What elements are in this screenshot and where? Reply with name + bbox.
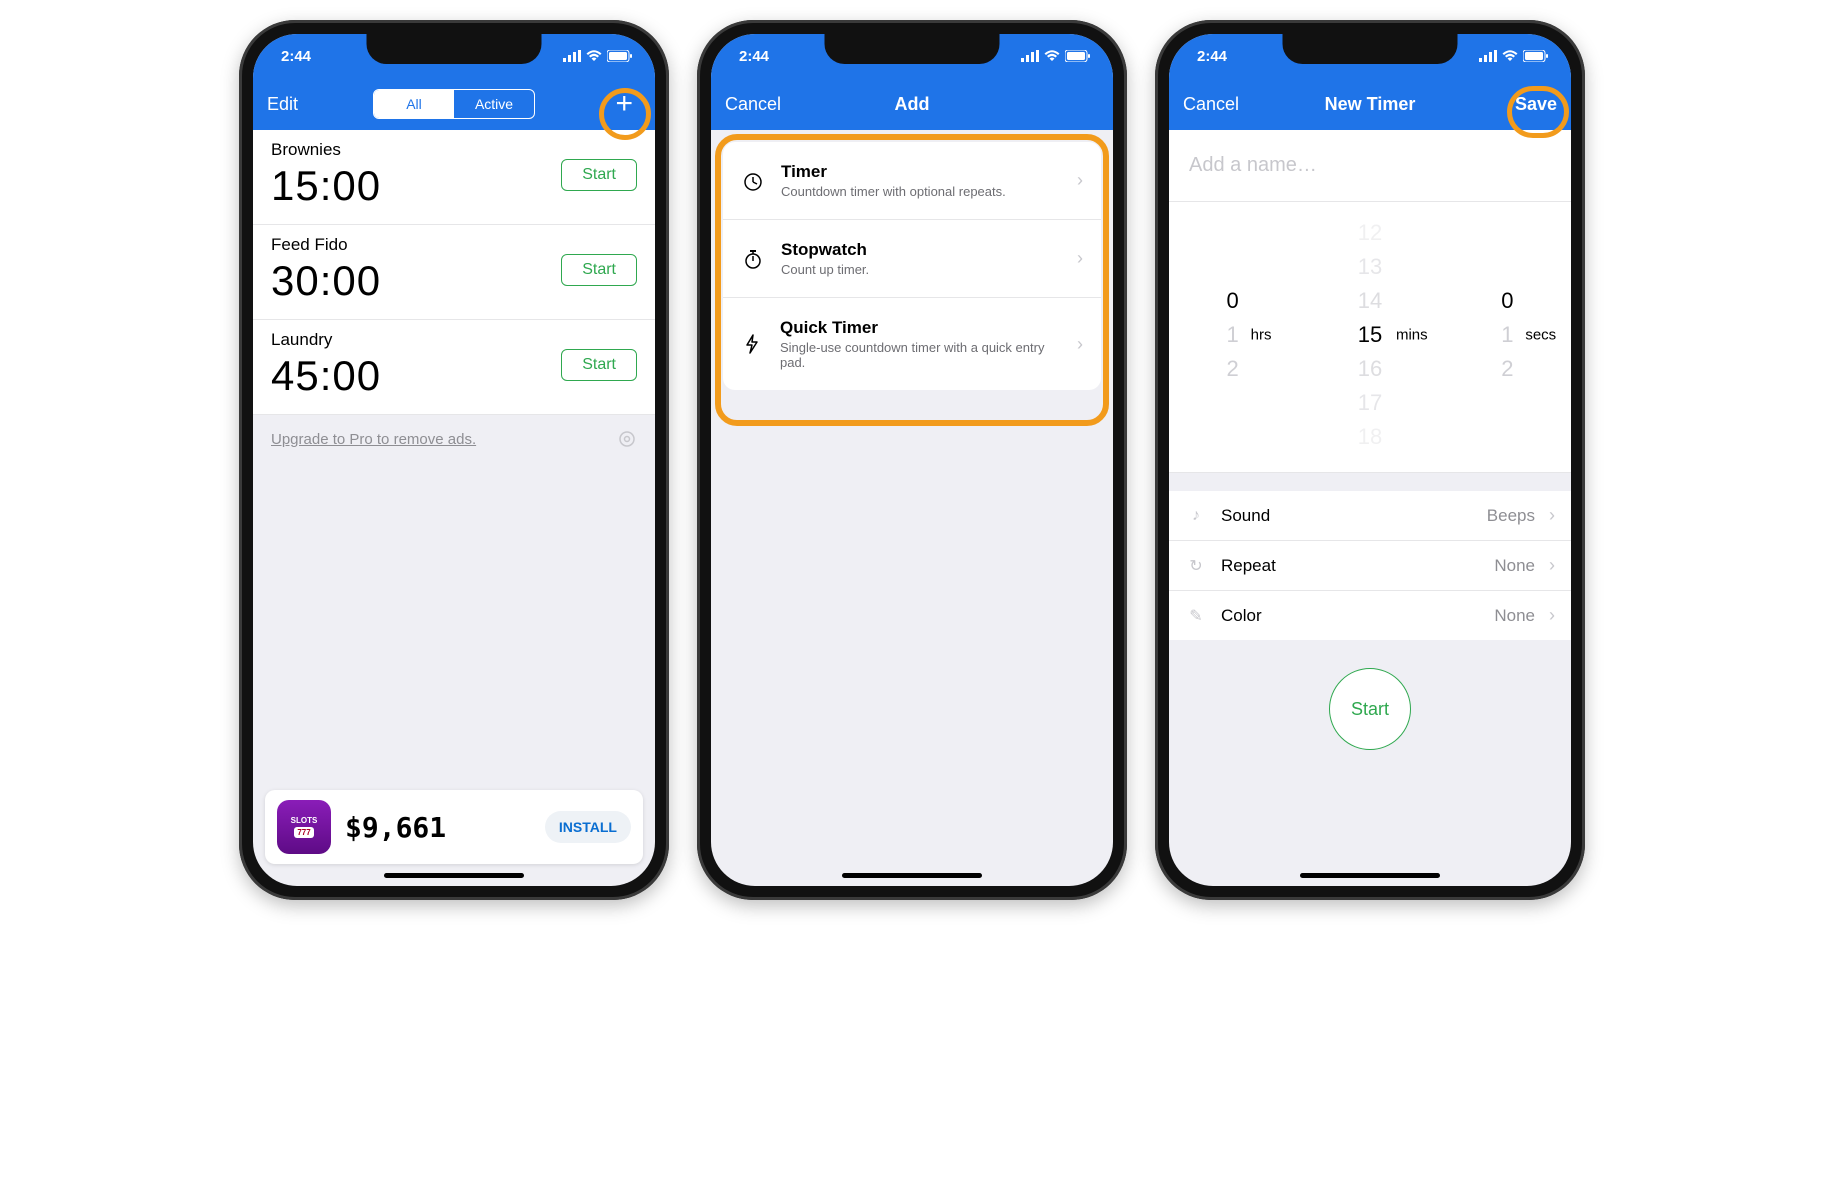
mins-label: mins	[1396, 327, 1428, 344]
ad-app-icon: SLOTS777	[277, 800, 331, 854]
signal-icon	[1479, 50, 1497, 62]
chevron-right-icon: ›	[1549, 505, 1555, 526]
seg-all[interactable]: All	[374, 90, 454, 118]
hours-column[interactable]: . . 0 1 2 hrs	[1183, 216, 1283, 454]
timer-time: 45:00	[271, 352, 381, 400]
time-picker[interactable]: . . 0 1 2 hrs 12 13 14 15 16 17 18 mins	[1169, 201, 1571, 473]
hrs-label: hrs	[1251, 327, 1272, 344]
navbar: Cancel Add	[711, 78, 1113, 130]
edit-button[interactable]: Edit	[267, 94, 337, 115]
status-time: 2:44	[739, 48, 769, 65]
nav-title: Add	[895, 94, 930, 115]
content: Timer Countdown timer with optional repea…	[711, 130, 1113, 886]
phone-2: 2:44 Cancel Add Timer Countdown timer wit…	[697, 20, 1127, 900]
bolt-icon	[741, 332, 764, 356]
cancel-button[interactable]: Cancel	[1183, 94, 1253, 115]
option-title: Quick Timer	[780, 318, 1061, 338]
home-indicator[interactable]	[842, 873, 982, 878]
timer-name-input[interactable]	[1169, 130, 1571, 201]
wifi-icon	[1044, 50, 1060, 62]
timer-row[interactable]: Laundry45:00 Start	[253, 320, 655, 415]
minutes-column[interactable]: 12 13 14 15 16 17 18 mins	[1310, 216, 1430, 454]
ad-price: $9,661	[345, 811, 531, 844]
battery-icon	[607, 50, 633, 62]
highlight-save	[1507, 86, 1569, 138]
chevron-right-icon: ›	[1077, 170, 1083, 191]
setting-sound[interactable]: ♪ Sound Beeps ›	[1169, 491, 1571, 541]
timer-row[interactable]: Feed Fido30:00 Start	[253, 225, 655, 320]
repeat-icon: ↻	[1185, 556, 1207, 576]
notch	[367, 34, 542, 64]
secs-label: secs	[1525, 327, 1556, 344]
timer-name: Laundry	[271, 330, 381, 350]
timer-name: Brownies	[271, 140, 381, 160]
stopwatch-icon	[741, 247, 765, 271]
status-time: 2:44	[281, 48, 311, 65]
signal-icon	[563, 50, 581, 62]
timer-time: 30:00	[271, 257, 381, 305]
segmented-control[interactable]: All Active	[373, 89, 535, 119]
paint-icon: ✎	[1185, 606, 1207, 626]
option-stopwatch[interactable]: Stopwatch Count up timer. ›	[723, 219, 1101, 297]
upgrade-row[interactable]: Upgrade to Pro to remove ads.	[253, 415, 655, 463]
option-sub: Countdown timer with optional repeats.	[781, 184, 1006, 199]
chevron-right-icon: ›	[1549, 605, 1555, 626]
settings-list: ♪ Sound Beeps › ↻ Repeat None › ✎ Color …	[1169, 491, 1571, 640]
option-timer[interactable]: Timer Countdown timer with optional repea…	[723, 142, 1101, 219]
option-title: Timer	[781, 162, 1006, 182]
wifi-icon	[586, 50, 602, 62]
chevron-right-icon: ›	[1549, 555, 1555, 576]
options-card: Timer Countdown timer with optional repea…	[723, 142, 1101, 390]
setting-color[interactable]: ✎ Color None ›	[1169, 591, 1571, 640]
option-sub: Single-use countdown timer with a quick …	[780, 340, 1061, 370]
battery-icon	[1523, 50, 1549, 62]
seconds-column[interactable]: . . 0 1 2 secs	[1457, 216, 1557, 454]
content: Brownies15:00 Start Feed Fido30:00 Start…	[253, 130, 655, 886]
status-right	[1479, 50, 1549, 62]
setting-repeat[interactable]: ↻ Repeat None ›	[1169, 541, 1571, 591]
option-title: Stopwatch	[781, 240, 869, 260]
screen-3: 2:44 Cancel New Timer Save . . 0 1 2	[1169, 34, 1571, 886]
seg-active[interactable]: Active	[454, 90, 534, 118]
start-button[interactable]: Start	[1329, 668, 1411, 750]
home-indicator[interactable]	[384, 873, 524, 878]
screen-1: 2:44 Edit All Active + Brownies15:00 Sta…	[253, 34, 655, 886]
music-note-icon: ♪	[1185, 507, 1207, 525]
content: . . 0 1 2 hrs 12 13 14 15 16 17 18 mins	[1169, 130, 1571, 886]
timer-icon	[741, 169, 765, 193]
timer-time: 15:00	[271, 162, 381, 210]
phone-3: 2:44 Cancel New Timer Save . . 0 1 2	[1155, 20, 1585, 900]
option-quicktimer[interactable]: Quick TimerSingle-use countdown timer wi…	[723, 297, 1101, 390]
ad-banner[interactable]: SLOTS777 $9,661 INSTALL	[265, 790, 643, 864]
timer-name: Feed Fido	[271, 235, 381, 255]
phone-1: 2:44 Edit All Active + Brownies15:00 Sta…	[239, 20, 669, 900]
navbar: Edit All Active +	[253, 78, 655, 130]
chevron-right-icon: ›	[1077, 334, 1083, 355]
cancel-button[interactable]: Cancel	[725, 94, 795, 115]
notch	[1283, 34, 1458, 64]
timer-list: Brownies15:00 Start Feed Fido30:00 Start…	[253, 130, 655, 415]
home-indicator[interactable]	[1300, 873, 1440, 878]
gear-icon[interactable]	[617, 429, 637, 449]
notch	[825, 34, 1000, 64]
start-button[interactable]: Start	[561, 254, 637, 286]
timer-row[interactable]: Brownies15:00 Start	[253, 130, 655, 225]
start-button[interactable]: Start	[561, 349, 637, 381]
chevron-right-icon: ›	[1077, 248, 1083, 269]
status-time: 2:44	[1197, 48, 1227, 65]
install-button[interactable]: INSTALL	[545, 811, 631, 843]
battery-icon	[1065, 50, 1091, 62]
signal-icon	[1021, 50, 1039, 62]
upgrade-text: Upgrade to Pro to remove ads.	[271, 431, 476, 448]
status-right	[1021, 50, 1091, 62]
wifi-icon	[1502, 50, 1518, 62]
screen-2: 2:44 Cancel Add Timer Countdown timer wit…	[711, 34, 1113, 886]
start-button[interactable]: Start	[561, 159, 637, 191]
nav-title: New Timer	[1325, 94, 1416, 115]
option-sub: Count up timer.	[781, 262, 869, 277]
highlight-add	[599, 88, 651, 140]
status-right	[563, 50, 633, 62]
